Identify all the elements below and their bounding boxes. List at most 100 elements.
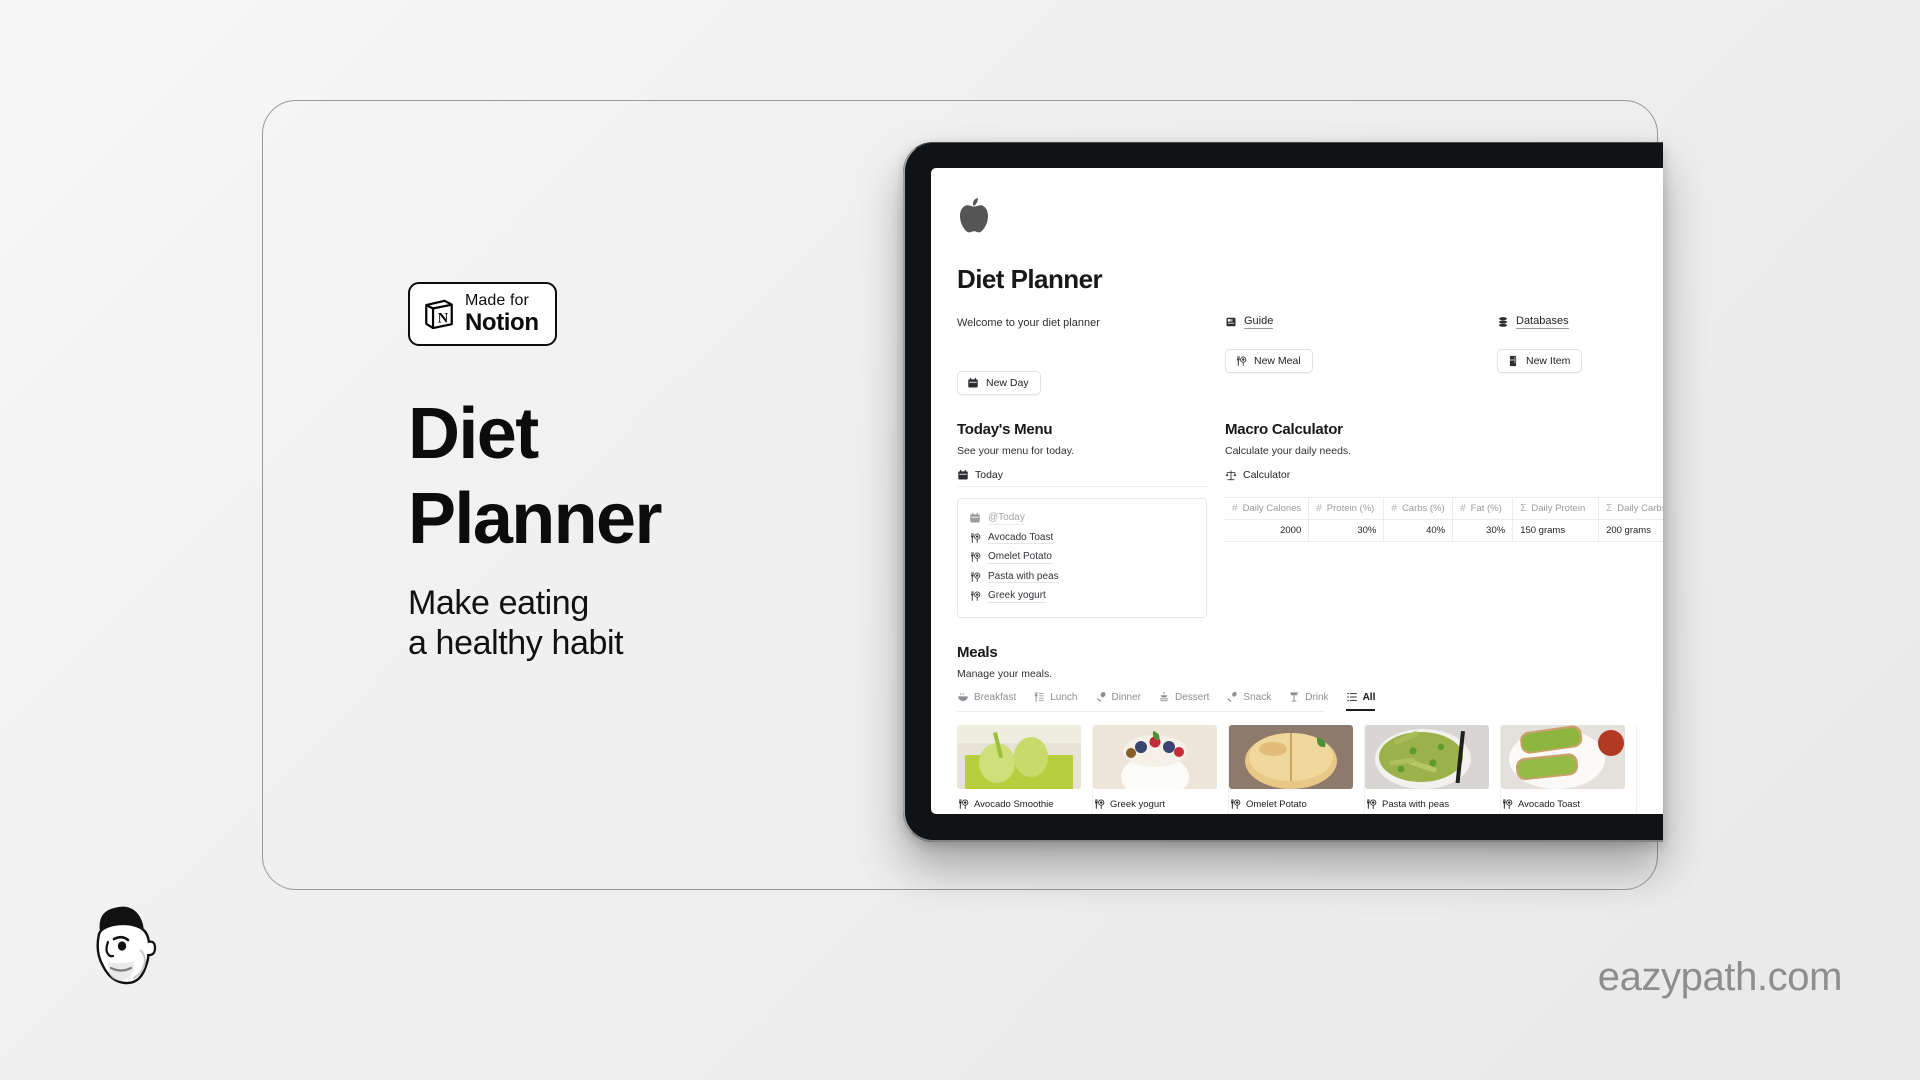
column-header-fat-pct[interactable]: # Fat (%): [1452, 496, 1514, 520]
list-item-label: Pasta with peas: [988, 570, 1059, 583]
sum-type-icon: Σ: [1606, 502, 1613, 514]
tab-drink[interactable]: Drink: [1288, 691, 1329, 711]
list-item[interactable]: Omelet Potato: [969, 548, 1195, 568]
meal-card-title: Pasta with peas: [1365, 798, 1500, 810]
scale-icon: [1225, 469, 1237, 480]
macro-calculator-view-tab[interactable]: Calculator: [1225, 469, 1290, 486]
cup-icon: [1290, 692, 1298, 702]
column-header-protein-pct[interactable]: # Protein (%): [1308, 496, 1385, 520]
list-item[interactable]: Avocado Toast: [969, 528, 1195, 548]
new-meal-label: New Meal: [1254, 355, 1301, 367]
todays-menu-view-tab[interactable]: Today: [957, 469, 1003, 486]
view-tab-divider: [957, 485, 1207, 487]
list-item[interactable]: Pasta with peas: [969, 567, 1195, 587]
meal-card-name: Greek yogurt: [1110, 798, 1165, 810]
tab-all[interactable]: All: [1345, 691, 1376, 711]
list-item[interactable]: @Today: [969, 509, 1195, 529]
tab-snack-label: Snack: [1243, 691, 1272, 703]
notion-page: Diet Planner Welcome to your diet planne…: [931, 168, 1663, 814]
cutlery-icon: [1237, 356, 1247, 366]
guide-link[interactable]: Guide: [1225, 315, 1497, 329]
new-item-button[interactable]: New Item: [1497, 349, 1583, 373]
hero-subtitle-line-2: a healthy habit: [408, 623, 624, 662]
todays-menu-section: Today's Menu See your menu for today. To…: [957, 420, 1225, 618]
sum-type-icon: Σ: [1520, 502, 1527, 514]
hero-section: N Made for Notion Diet Planner Make eati…: [408, 282, 868, 663]
column-header-carbs-pct[interactable]: # Carbs (%): [1383, 496, 1454, 520]
tab-dinner[interactable]: Dinner: [1095, 691, 1141, 711]
list-item-label: Omelet Potato: [988, 551, 1052, 564]
page-title: Diet Planner: [957, 264, 1103, 294]
badge-made-for-label: Made for: [465, 292, 529, 309]
column-header-daily-protein[interactable]: Σ Daily Protein: [1512, 496, 1600, 520]
avocado-smoothie-photo: [957, 725, 1081, 789]
macro-table-wrapper: # Daily Calories # Protein (%) # Carbs (%) …: [1225, 496, 1663, 542]
cell-fat-pct[interactable]: 30%: [1452, 519, 1514, 542]
tab-dinner-label: Dinner: [1111, 691, 1141, 703]
meal-card-title: Greek yogurt: [1093, 798, 1228, 810]
new-item-label: New Item: [1526, 355, 1571, 367]
database-icon: [1499, 317, 1507, 327]
cell-daily-carbs[interactable]: 200 grams: [1598, 519, 1663, 542]
hero-subtitle-line-1: Make eating: [408, 583, 589, 622]
list-item-label: Avocado Toast: [988, 531, 1054, 544]
cell-daily-calories[interactable]: 2000: [1225, 519, 1310, 542]
macro-calculator-heading: Macro Calculator: [1225, 420, 1343, 438]
table-row[interactable]: 2000 30% 40% 30% 150 grams 200 grams: [1225, 519, 1663, 542]
meal-card-title: Omelet Potato: [1229, 798, 1364, 810]
cell-daily-protein[interactable]: 150 grams: [1512, 519, 1600, 542]
tab-all-label: All: [1362, 691, 1376, 703]
list-item-label: Greek yogurt: [988, 590, 1046, 603]
svg-text:N: N: [438, 311, 449, 327]
cutlery-icon: [1503, 799, 1513, 809]
welcome-text: Welcome to your diet planner: [957, 317, 1100, 329]
tab-snack[interactable]: Snack: [1226, 691, 1271, 711]
tab-lunch[interactable]: Lunch: [1033, 691, 1078, 711]
mid-sections: Today's Menu See your menu for today. To…: [957, 420, 1663, 619]
meal-card[interactable]: Omelet Potato Lunch Dinner Calories: 542…: [1229, 725, 1365, 814]
new-day-button[interactable]: New Day: [957, 370, 1041, 395]
meal-card[interactable]: Greek yogurt Dessert Calories: 298 kcal …: [1093, 725, 1229, 814]
column-header-daily-carbs[interactable]: Σ Daily Carbs: [1598, 496, 1663, 520]
cutlery-icon: [959, 799, 969, 809]
cutlery-icon: [971, 571, 981, 582]
calendar-icon: [968, 377, 978, 387]
number-type-icon: #: [1316, 502, 1322, 514]
header-column-guide: Guide New Meal: [1225, 315, 1497, 395]
hero-title-line-1: Diet: [408, 394, 539, 474]
meal-card-title: Avocado Smoothie: [957, 798, 1092, 810]
tab-dessert-label: Dessert: [1174, 691, 1210, 703]
tablet-screen: Diet Planner Welcome to your diet planne…: [931, 168, 1663, 814]
header-column-databases: Databases New Item: [1497, 315, 1663, 395]
cell-protein-pct[interactable]: 30%: [1308, 519, 1385, 542]
meal-card-name: Avocado Smoothie: [974, 798, 1054, 810]
databases-link[interactable]: Databases: [1497, 315, 1663, 329]
meals-tab-bar: Breakfast Lunch Dinner Dessert Snack Dri…: [957, 691, 1376, 712]
cutlery-icon: [1231, 799, 1241, 809]
tab-lunch-label: Lunch: [1050, 691, 1078, 703]
fridge-icon: [1509, 355, 1517, 367]
macro-calculator-description: Calculate your daily needs.: [1225, 444, 1352, 457]
avocado-toast-photo: [1501, 725, 1625, 789]
macro-calculator-view-tab-label: Calculator: [1243, 468, 1291, 481]
todays-menu-heading: Today's Menu: [957, 420, 1053, 438]
meals-description: Manage your meals.: [957, 668, 1053, 680]
meal-card-name: Omelet Potato: [1246, 798, 1307, 810]
meal-card[interactable]: Avocado Smoothie Drink Calories: 190.8 k…: [957, 725, 1093, 814]
tab-breakfast[interactable]: Breakfast: [957, 691, 1016, 711]
cell-carbs-pct[interactable]: 40%: [1383, 519, 1454, 542]
meal-card[interactable]: Avocado Toast Breakfast Calories: 735 kc…: [1501, 725, 1637, 814]
cutlery-icon: [1367, 799, 1377, 809]
cutlery-icon: [971, 591, 981, 602]
meal-card[interactable]: Pasta with peas Lunch Dinner Calories: 5…: [1365, 725, 1501, 814]
page-header-columns: Welcome to your diet planner New Day Gui…: [957, 315, 1663, 395]
apple-icon: [960, 198, 988, 233]
meal-card-name: Avocado Toast: [1518, 798, 1580, 810]
new-meal-button[interactable]: New Meal: [1225, 349, 1313, 373]
macro-calculator-section: Macro Calculator Calculate your daily ne…: [1225, 421, 1663, 619]
column-header-daily-calories[interactable]: # Daily Calories: [1225, 496, 1310, 520]
made-for-notion-badge: N Made for Notion: [408, 282, 557, 346]
spoon-icon: [1096, 691, 1106, 702]
list-item[interactable]: Greek yogurt: [969, 587, 1195, 607]
tab-dessert[interactable]: Dessert: [1158, 691, 1209, 711]
